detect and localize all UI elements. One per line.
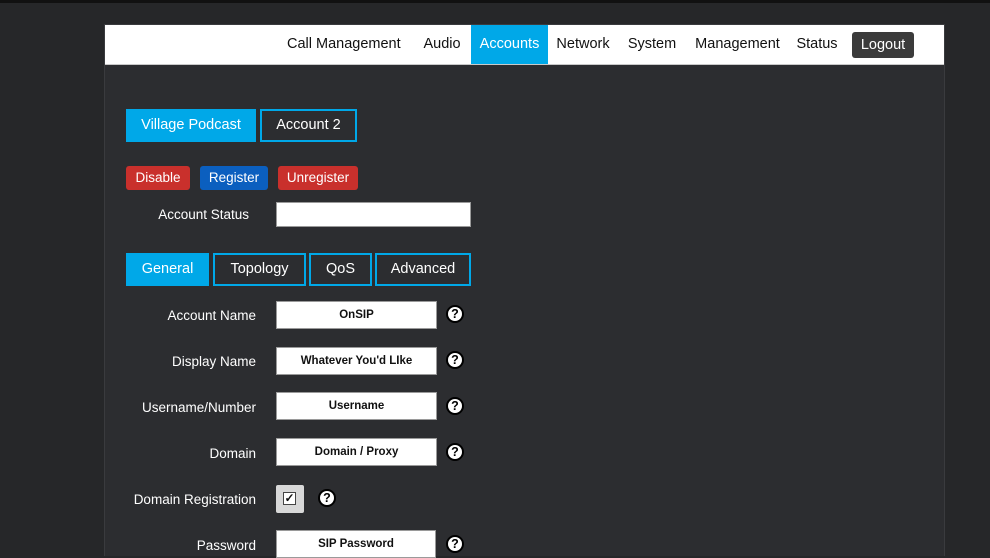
top-navigation: Call Management Audio Accounts Network S… (105, 25, 944, 65)
register-button[interactable]: Register (200, 166, 268, 190)
window-top-edge (0, 0, 990, 3)
main-panel: Call Management Audio Accounts Network S… (104, 24, 945, 558)
tab-advanced[interactable]: Advanced (375, 253, 471, 286)
domain-input[interactable] (276, 438, 437, 466)
password-input[interactable] (276, 530, 436, 558)
domain-registration-label: Domain Registration (133, 492, 256, 507)
account-status-field[interactable] (276, 202, 471, 227)
display-name-input[interactable] (276, 347, 437, 375)
tab-general[interactable]: General (126, 253, 209, 286)
nav-audio[interactable]: Audio (417, 25, 467, 64)
disable-button[interactable]: Disable (126, 166, 190, 190)
tab-qos[interactable]: QoS (309, 253, 372, 286)
logout-button[interactable]: Logout (852, 32, 914, 58)
nav-status[interactable]: Status (793, 25, 841, 64)
username-label: Username/Number (141, 400, 256, 415)
account-name-input[interactable] (276, 301, 437, 329)
nav-call-management[interactable]: Call Management (287, 25, 401, 64)
username-input[interactable] (276, 392, 437, 420)
domain-registration-checkbox[interactable]: ✓ (276, 485, 304, 513)
checkmark-icon: ✓ (283, 491, 296, 505)
display-name-label: Display Name (171, 354, 256, 369)
password-label: Password (196, 538, 256, 553)
tab-account-2[interactable]: Account 2 (260, 109, 357, 142)
help-icon[interactable]: ? (446, 535, 464, 553)
nav-management[interactable]: Management (690, 25, 785, 64)
tab-topology[interactable]: Topology (213, 253, 306, 286)
domain-label: Domain (209, 446, 256, 461)
help-icon[interactable]: ? (446, 443, 464, 461)
nav-system[interactable]: System (623, 25, 681, 64)
help-icon[interactable]: ? (446, 351, 464, 369)
help-icon[interactable]: ? (446, 305, 464, 323)
nav-network[interactable]: Network (552, 25, 614, 64)
nav-accounts[interactable]: Accounts (471, 25, 548, 64)
tab-account-village-podcast[interactable]: Village Podcast (126, 109, 256, 142)
account-name-label: Account Name (167, 308, 256, 323)
help-icon[interactable]: ? (318, 489, 336, 507)
help-icon[interactable]: ? (446, 397, 464, 415)
account-status-label: Account Status (158, 207, 249, 222)
unregister-button[interactable]: Unregister (278, 166, 358, 190)
